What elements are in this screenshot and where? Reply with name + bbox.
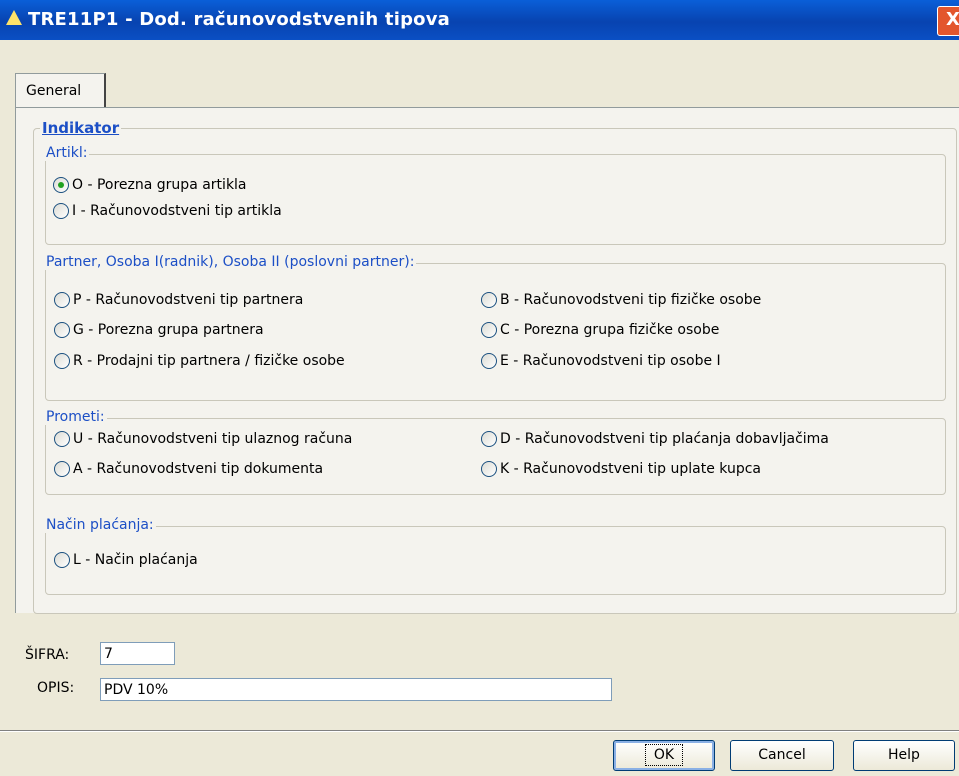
radio-b-racunovodstveni-tip-fizicke-osobe[interactable]: B - Računovodstveni tip fizičke osobe — [481, 292, 761, 308]
radio-r-prodajni-tip-partnera[interactable]: R - Prodajni tip partnera / fizičke osob… — [54, 353, 345, 369]
radio-c-porezna-grupa-fizicke-osobe[interactable]: C - Porezna grupa fizičke osobe — [481, 322, 719, 338]
partner-legend: Partner, Osoba I(radnik), Osoba II (posl… — [44, 254, 417, 270]
app-warning-icon — [6, 10, 22, 25]
radio-u-racunovodstveni-tip-ulaznog-racuna[interactable]: U - Računovodstveni tip ulaznog računa — [54, 431, 352, 447]
prometi-legend: Prometi: — [44, 409, 107, 425]
cancel-button[interactable]: Cancel — [730, 740, 834, 771]
radio-icon — [481, 353, 497, 369]
tab-general[interactable]: General — [15, 73, 106, 109]
radio-e-racunovodstveni-tip-osobe-i[interactable]: E - Računovodstveni tip osobe I — [481, 353, 721, 369]
radio-p-racunovodstveni-tip-partnera[interactable]: P - Računovodstveni tip partnera — [54, 292, 303, 308]
radio-g-porezna-grupa-partnera[interactable]: G - Porezna grupa partnera — [54, 322, 264, 338]
help-button[interactable]: Help — [853, 740, 955, 771]
radio-selected-icon — [53, 177, 69, 193]
radio-icon — [54, 292, 70, 308]
radio-d-racunovodstveni-tip-placanja-dobavljacima[interactable]: D - Računovodstveni tip plaćanja dobavlj… — [481, 431, 829, 447]
radio-o-porezna-grupa-artikla[interactable]: O - Porezna grupa artikla — [53, 177, 247, 193]
radio-icon — [481, 322, 497, 338]
footer-separator — [0, 730, 959, 732]
artikl-group: Artikl: O - Porezna grupa artikla I - Ra… — [44, 145, 946, 245]
partner-group: Partner, Osoba I(radnik), Osoba II (posl… — [44, 254, 946, 401]
tab-panel-general: Indikator Artikl: O - Porezna grupa arti… — [15, 107, 959, 614]
prometi-group: Prometi: U - Računovodstveni tip ulaznog… — [44, 409, 946, 495]
artikl-legend: Artikl: — [44, 145, 90, 161]
radio-icon — [481, 431, 497, 447]
close-button[interactable]: X — [937, 6, 959, 36]
radio-k-racunovodstveni-tip-uplate-kupca[interactable]: K - Računovodstveni tip uplate kupca — [481, 461, 761, 477]
sifra-label: ŠIFRA: — [25, 647, 70, 663]
radio-icon — [54, 431, 70, 447]
radio-icon — [54, 552, 70, 568]
indikator-group: Indikator Artikl: O - Porezna grupa arti… — [33, 119, 957, 614]
tab-general-label: General — [26, 83, 82, 99]
radio-a-racunovodstveni-tip-dokumenta[interactable]: A - Računovodstveni tip dokumenta — [54, 461, 323, 477]
radio-icon — [53, 203, 69, 219]
ok-button[interactable]: OK — [613, 740, 715, 771]
title-bar: TRE11P1 - Dod. računovodstvenih tipova X — [0, 0, 959, 40]
radio-icon — [481, 461, 497, 477]
radio-i-racunovodstveni-tip-artikla[interactable]: I - Računovodstveni tip artikla — [53, 203, 282, 219]
opis-label: OPIS: — [37, 680, 75, 696]
opis-input[interactable]: PDV 10% — [100, 678, 612, 701]
nacin-placanja-group: Način plaćanja: L - Način plaćanja — [44, 517, 946, 595]
radio-l-nacin-placanja[interactable]: L - Način plaćanja — [54, 552, 198, 568]
radio-icon — [54, 322, 70, 338]
radio-icon — [54, 461, 70, 477]
indikator-legend: Indikator — [40, 119, 122, 137]
radio-icon — [54, 353, 70, 369]
radio-icon — [481, 292, 497, 308]
nacin-placanja-legend: Način plaćanja: — [44, 517, 156, 533]
window-title: TRE11P1 - Dod. računovodstvenih tipova — [28, 9, 451, 30]
sifra-input[interactable]: 7 — [100, 642, 175, 665]
